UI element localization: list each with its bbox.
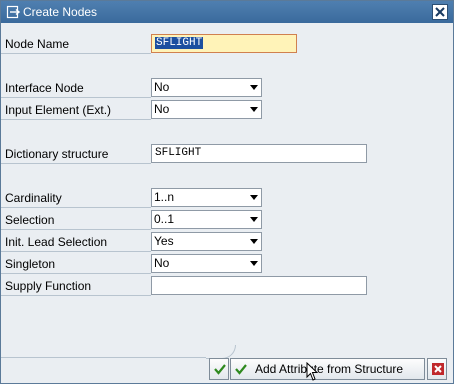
footer-divider-curve	[206, 345, 236, 359]
input-element-value: No	[154, 102, 170, 116]
singleton-dropdown[interactable]: No	[151, 254, 262, 273]
checkmark-icon	[235, 364, 247, 375]
interface-node-dropdown[interactable]: No	[151, 78, 262, 97]
mouse-pointer-icon	[306, 362, 318, 381]
cardinality-dropdown[interactable]: 1..n	[151, 188, 262, 207]
create-nodes-dialog: Create Nodes Node Name SFLIGHT Interface…	[0, 0, 454, 384]
footer-divider	[1, 357, 206, 358]
divider	[1, 163, 151, 164]
cancel-icon	[432, 363, 444, 375]
supply-function-label: Supply Function	[5, 279, 92, 293]
cancel-button[interactable]	[427, 358, 447, 380]
dialog-content: Node Name SFLIGHT Interface Node No Inpu…	[1, 23, 453, 383]
chevron-down-icon	[250, 107, 258, 112]
supply-function-input[interactable]	[151, 276, 367, 295]
node-name-input[interactable]: SFLIGHT	[151, 34, 297, 53]
checkmark-icon	[214, 364, 226, 375]
cardinality-label: Cardinality	[5, 191, 62, 205]
divider	[1, 53, 151, 54]
chevron-down-icon	[250, 85, 258, 90]
close-icon	[435, 7, 445, 17]
dictionary-structure-input[interactable]: SFLIGHT	[151, 144, 367, 163]
init-lead-selection-dropdown[interactable]: Yes	[151, 232, 262, 251]
input-element-dropdown[interactable]: No	[151, 100, 262, 119]
chevron-down-icon	[250, 239, 258, 244]
chevron-down-icon	[250, 217, 258, 222]
divider	[1, 251, 151, 252]
singleton-value: No	[154, 256, 170, 270]
dictionary-structure-label: Dictionary structure	[5, 147, 109, 161]
selection-dropdown[interactable]: 0..1	[151, 210, 262, 229]
chevron-down-icon	[250, 261, 258, 266]
interface-node-value: No	[154, 80, 170, 94]
add-attribute-from-structure-button[interactable]: Add Attribute from Structure	[230, 358, 425, 380]
title-bar[interactable]: Create Nodes	[1, 1, 453, 23]
divider	[1, 273, 151, 274]
add-attribute-label: Add Attribute from Structure	[255, 362, 404, 376]
divider	[1, 119, 151, 120]
divider	[1, 207, 151, 208]
confirm-button[interactable]	[209, 358, 229, 380]
node-name-label: Node Name	[5, 37, 70, 51]
divider	[1, 229, 151, 230]
close-button[interactable]	[432, 4, 448, 20]
dictionary-structure-value: SFLIGHT	[155, 147, 202, 159]
selection-label: Selection	[5, 213, 55, 227]
interface-node-label: Interface Node	[5, 81, 84, 95]
node-name-value: SFLIGHT	[155, 37, 204, 49]
chevron-down-icon	[250, 195, 258, 200]
singleton-label: Singleton	[5, 257, 56, 271]
selection-value: 0..1	[154, 212, 175, 226]
init-lead-selection-value: Yes	[154, 234, 174, 248]
create-document-icon	[6, 5, 20, 19]
input-element-label: Input Element (Ext.)	[5, 103, 112, 117]
divider	[1, 295, 151, 296]
init-lead-selection-label: Init. Lead Selection	[5, 235, 108, 249]
window-title: Create Nodes	[23, 5, 98, 19]
divider	[1, 97, 151, 98]
cardinality-value: 1..n	[154, 190, 175, 204]
